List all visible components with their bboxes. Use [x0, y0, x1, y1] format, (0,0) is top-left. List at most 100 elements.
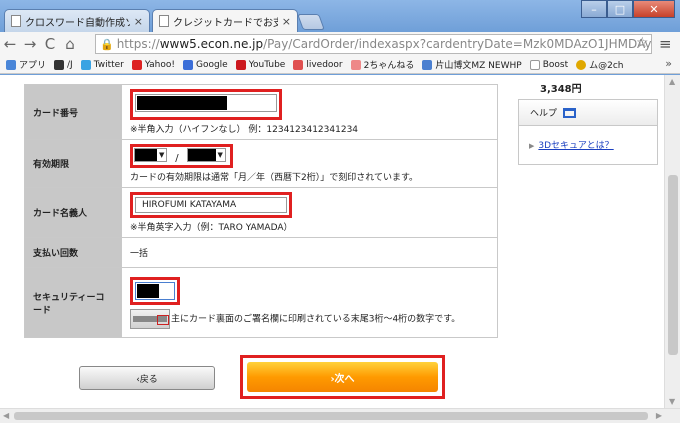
bookmark-yahoo[interactable]: Yahoo! — [131, 59, 175, 70]
bookmark-livedoor[interactable]: livedoor — [293, 59, 343, 70]
price-value: 3,348円 — [540, 84, 582, 95]
back-arrow-icon[interactable]: ← — [0, 35, 20, 53]
card-form-table: カード番号 ※半角入力（ハイフンなし） 例：1234123412341234 有… — [24, 84, 498, 338]
holder-note: ※半角英字入力（例：TARO YAMADA） — [130, 223, 293, 233]
yahoo-icon — [131, 59, 142, 70]
bookmarks-bar: アプリ /J Twitter Yahoo! Google YouTube liv… — [0, 56, 680, 74]
redacted-value — [137, 283, 159, 298]
bookmark-mu2ch[interactable]: ム@2ch — [576, 58, 623, 71]
bookmark-apps[interactable]: アプリ — [6, 58, 46, 71]
2ch-icon — [350, 59, 361, 70]
bookmark-star-icon[interactable]: ☆ — [636, 35, 649, 51]
chevron-down-icon: ▼ — [217, 151, 223, 159]
scroll-up-icon[interactable]: ▲ — [669, 77, 675, 86]
document-icon — [529, 59, 540, 70]
address-bar[interactable]: 🔒 https:// www5.econ.ne.jp /Pay/CardOrde… — [95, 34, 652, 54]
page-content: カード番号 ※半角入力（ハイフンなし） 例：1234123412341234 有… — [0, 75, 664, 408]
card-number-highlight — [130, 89, 282, 120]
close-window-button[interactable]: ✕ — [633, 0, 675, 18]
tab-close-icon[interactable]: × — [282, 15, 291, 28]
menu-icon[interactable]: ≡ — [659, 35, 672, 53]
card-back-icon — [130, 308, 170, 329]
browser-toolbar: ← → C ⌂ 🔒 https:// www5.econ.ne.jp /Pay/… — [0, 32, 680, 56]
table-row: カード番号 ※半角入力（ハイフンなし） 例：1234123412341234 — [24, 84, 498, 140]
redacted-value — [135, 149, 157, 161]
table-row: 有効期限 ▼ / ▼ カードの有効期限は通常「月／年（西暦下2桁）」で刻印されて… — [24, 139, 498, 188]
bookmark-icon — [54, 59, 65, 70]
redacted-value — [187, 149, 216, 161]
bookmark-2ch[interactable]: 2ちゃんねる — [350, 58, 414, 71]
holder-highlight: HIROFUMI KATAYAMA — [130, 192, 292, 218]
bookmark-boost[interactable]: Boost — [529, 59, 568, 70]
tab-crossword[interactable]: クロスワード自動作成ソフト( × — [4, 9, 150, 32]
url-scheme: https:// — [116, 37, 160, 51]
scroll-down-icon[interactable]: ▼ — [669, 397, 675, 406]
minimize-button[interactable]: – — [581, 0, 607, 18]
tab-title: クロスワード自動作成ソフト( — [25, 17, 130, 29]
table-row: カード名義人 HIROFUMI KATAYAMA ※半角英字入力（例：TARO … — [24, 187, 498, 238]
horizontal-scrollbar[interactable]: ◀ ▶ — [0, 408, 680, 423]
triangle-right-icon: ▶ — [529, 142, 535, 150]
tab-title: クレジットカードでお支払いに — [173, 17, 278, 29]
holder-label: カード名義人 — [24, 187, 122, 238]
scroll-right-icon[interactable]: ▶ — [656, 411, 662, 420]
maximize-button[interactable]: □ — [607, 0, 633, 18]
scroll-left-icon[interactable]: ◀ — [3, 411, 9, 420]
help-panel: ヘルプ ▶ 3Dセキュアとは？ — [518, 99, 658, 165]
card-number-note: ※半角入力（ハイフンなし） 例：1234123412341234 — [130, 125, 359, 135]
lock-icon: 🔒 — [100, 37, 114, 51]
home-icon[interactable]: ⌂ — [60, 35, 80, 53]
bookmark-youtube[interactable]: YouTube — [235, 59, 285, 70]
bookmarks-overflow-button[interactable]: » — [665, 57, 672, 70]
help-title: ヘルプ — [530, 109, 558, 119]
holder-name-input[interactable]: HIROFUMI KATAYAMA — [135, 197, 287, 213]
twitter-icon — [80, 59, 91, 70]
youtube-icon — [235, 59, 246, 70]
security-code-label: セキュリティーコ ード — [24, 267, 122, 338]
chevron-down-icon: ▼ — [159, 151, 165, 159]
bookmark-j[interactable]: /J — [54, 59, 73, 70]
google-icon — [182, 59, 193, 70]
vertical-scrollbar[interactable]: ▲ ▼ — [664, 75, 680, 408]
expiry-year-select[interactable]: ▼ — [186, 148, 226, 162]
next-button[interactable]: ›次へ — [247, 362, 438, 392]
new-tab-button[interactable] — [297, 14, 325, 30]
window-icon — [563, 107, 577, 118]
payment-count-value: 一括 — [121, 237, 498, 268]
bookmark-icon — [422, 59, 433, 70]
mu-icon — [576, 59, 587, 70]
security-code-note: 主にカード裏面のご署名欄に印刷されている末尾3桁〜4桁の数字です。 — [171, 314, 461, 324]
payment-count-label: 支払い回数 — [24, 237, 122, 268]
tab-close-icon[interactable]: × — [134, 15, 143, 28]
back-button[interactable]: ‹戻る — [79, 366, 215, 390]
card-number-label: カード番号 — [24, 84, 122, 140]
security-code-highlight — [130, 276, 180, 305]
security-code-input[interactable] — [135, 281, 175, 300]
document-icon — [159, 15, 169, 27]
forward-arrow-icon[interactable]: → — [20, 35, 40, 53]
bookmark-google[interactable]: Google — [182, 59, 228, 70]
livedoor-icon — [293, 59, 304, 70]
title-bar: クロスワード自動作成ソフト( × クレジットカードでお支払いに × – □ ✕ — [0, 0, 680, 32]
horizontal-scroll-thumb[interactable] — [14, 412, 648, 420]
tab-credit-card[interactable]: クレジットカードでお支払いに × — [152, 9, 298, 32]
reload-icon[interactable]: C — [40, 35, 60, 53]
next-button-highlight: ›次へ — [240, 355, 445, 399]
window-controls: – □ ✕ — [581, 0, 675, 18]
expiry-separator: / — [175, 153, 179, 164]
expiry-note: カードの有効期限は通常「月／年（西暦下2桁）」で刻印されています。 — [130, 173, 419, 183]
card-number-input[interactable] — [135, 94, 277, 112]
expiry-month-select[interactable]: ▼ — [134, 148, 168, 162]
apps-icon — [6, 59, 16, 70]
table-row: セキュリティーコ ード 主にカード裏面のご署名欄に印刷されている末尾3桁〜4桁の… — [24, 267, 498, 338]
3d-secure-link[interactable]: ▶ 3Dセキュアとは？ — [529, 138, 614, 151]
url-path: /Pay/CardOrder/indexaspx?cardentryDate=M… — [263, 37, 652, 51]
table-row: 支払い回数 一括 — [24, 237, 498, 268]
url-host: www5.econ.ne.jp — [159, 37, 264, 51]
vertical-scroll-thumb[interactable] — [668, 175, 678, 355]
expiry-highlight: ▼ / ▼ — [130, 144, 233, 168]
document-icon — [11, 15, 21, 27]
redacted-value — [137, 96, 227, 110]
bookmark-twitter[interactable]: Twitter — [80, 59, 124, 70]
bookmark-katayama[interactable]: 片山博文MZ NEWHP — [422, 58, 522, 71]
